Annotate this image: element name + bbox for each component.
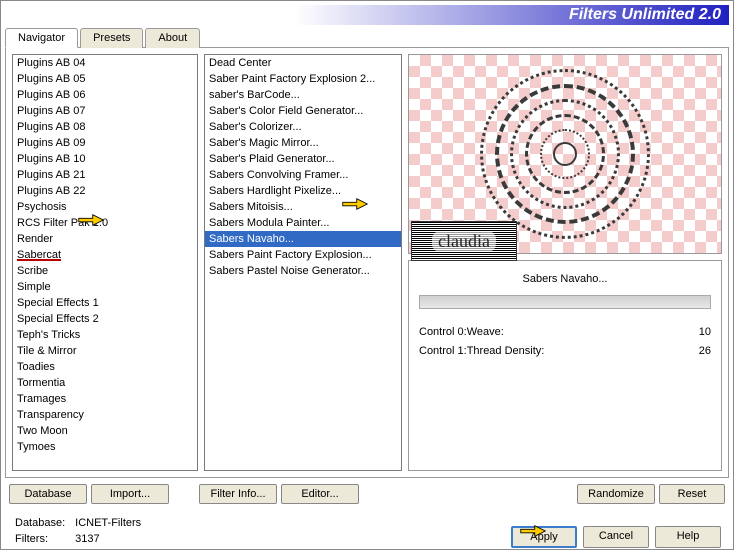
filter-info-button[interactable]: Filter Info... xyxy=(199,484,277,504)
list-item[interactable]: Sabers Modula Painter... xyxy=(205,215,401,231)
list-item[interactable]: Special Effects 2 xyxy=(13,311,197,327)
list-item[interactable]: RCS Filter Pak 1.0 xyxy=(13,215,197,231)
control-value: 10 xyxy=(699,325,711,340)
list-item[interactable]: Plugins AB 07 xyxy=(13,103,197,119)
control-value: 26 xyxy=(699,344,711,359)
list-item[interactable]: Saber's Colorizer... xyxy=(205,119,401,135)
randomize-button[interactable]: Randomize xyxy=(577,484,655,504)
list-item[interactable]: Transparency xyxy=(13,407,197,423)
control-label: Control 1:Thread Density: xyxy=(419,344,544,359)
list-item[interactable]: Two Moon xyxy=(13,423,197,439)
list-item[interactable]: Plugins AB 22 xyxy=(13,183,197,199)
list-item[interactable]: Tymoes xyxy=(13,439,197,455)
list-item[interactable]: Teph's Tricks xyxy=(13,327,197,343)
footer-info: Database: ICNET-Filters Filters: 3137 xyxy=(13,514,143,548)
list-item[interactable]: Tormentia xyxy=(13,375,197,391)
list-item[interactable]: saber's BarCode... xyxy=(205,87,401,103)
tab-bar: NavigatorPresetsAbout xyxy=(5,27,729,48)
list-item[interactable]: Plugins AB 04 xyxy=(13,55,197,71)
list-item[interactable]: Tile & Mirror xyxy=(13,343,197,359)
list-item[interactable]: Sabers Paint Factory Explosion... xyxy=(205,247,401,263)
filters-value: 3137 xyxy=(75,532,141,546)
control-label: Control 0:Weave: xyxy=(419,325,504,340)
control-row: Control 1:Thread Density: 26 xyxy=(419,342,711,361)
list-item[interactable]: Plugins AB 05 xyxy=(13,71,197,87)
right-panel: Sabers Navaho... Control 0:Weave:10Contr… xyxy=(408,54,722,471)
list-item[interactable]: Saber's Magic Mirror... xyxy=(205,135,401,151)
controls-list: Control 0:Weave: 10 Control 1:Thread Densi… xyxy=(419,323,711,361)
list-item[interactable]: Special Effects 1 xyxy=(13,295,197,311)
list-item[interactable]: Plugins AB 21 xyxy=(13,167,197,183)
list-item[interactable]: Sabers Hardlight Pixelize... xyxy=(205,183,401,199)
list-item[interactable]: Dead Center xyxy=(205,55,401,71)
list-item[interactable]: Plugins AB 06 xyxy=(13,87,197,103)
reset-button[interactable]: Reset xyxy=(659,484,725,504)
watermark-text: claudia xyxy=(432,231,496,252)
list-item[interactable]: Toadies xyxy=(13,359,197,375)
list-item[interactable]: Sabers Mitoisis... xyxy=(205,199,401,215)
db-value: ICNET-Filters xyxy=(75,516,141,530)
control-row: Control 0:Weave: 10 xyxy=(419,323,711,342)
list-item[interactable]: Plugins AB 09 xyxy=(13,135,197,151)
filters-label: Filters: xyxy=(15,532,73,546)
import-button[interactable]: Import... xyxy=(91,484,169,504)
toolbar-row: Database Import... Filter Info... Editor… xyxy=(5,478,729,510)
title-bar: Filters Unlimited 2.0 xyxy=(5,5,729,25)
list-item[interactable]: Plugins AB 08 xyxy=(13,119,197,135)
list-item[interactable]: Sabercat xyxy=(13,247,197,263)
list-item[interactable]: Saber's Plaid Generator... xyxy=(205,151,401,167)
category-list[interactable]: Plugins AB 04Plugins AB 05Plugins AB 06P… xyxy=(12,54,198,471)
footer: Database: ICNET-Filters Filters: 3137 Ap… xyxy=(5,510,729,552)
main-area: Plugins AB 04Plugins AB 05Plugins AB 06P… xyxy=(5,48,729,478)
list-item[interactable]: Plugins AB 10 xyxy=(13,151,197,167)
selected-filter-label: Sabers Navaho... xyxy=(419,269,711,295)
list-item[interactable]: Scribe xyxy=(13,263,197,279)
help-button[interactable]: Help xyxy=(655,526,721,548)
watermark: claudia xyxy=(411,221,517,261)
app-title: Filters Unlimited 2.0 xyxy=(569,6,721,24)
list-item[interactable]: Saber Paint Factory Explosion 2... xyxy=(205,71,401,87)
list-item[interactable]: Render xyxy=(13,231,197,247)
list-item[interactable]: Sabers Pastel Noise Generator... xyxy=(205,263,401,279)
preview-pattern xyxy=(475,64,655,244)
tab-presets[interactable]: Presets xyxy=(80,28,143,48)
cancel-button[interactable]: Cancel xyxy=(583,526,649,548)
controls-panel: Sabers Navaho... Control 0:Weave:10Contr… xyxy=(408,260,722,471)
tab-about[interactable]: About xyxy=(145,28,200,48)
list-item[interactable]: Sabers Convolving Framer... xyxy=(205,167,401,183)
editor-button[interactable]: Editor... xyxy=(281,484,359,504)
db-label: Database: xyxy=(15,516,73,530)
list-item[interactable]: Tramages xyxy=(13,391,197,407)
tab-navigator[interactable]: Navigator xyxy=(5,28,78,48)
apply-button[interactable]: Apply xyxy=(511,526,577,548)
list-item[interactable]: Psychosis xyxy=(13,199,197,215)
list-item[interactable]: Saber's Color Field Generator... xyxy=(205,103,401,119)
progress-bar[interactable] xyxy=(419,295,711,309)
list-item[interactable]: Simple xyxy=(13,279,197,295)
filter-list[interactable]: Dead CenterSaber Paint Factory Explosion… xyxy=(204,54,402,471)
list-item[interactable]: Sabers Navaho... xyxy=(205,231,401,247)
database-button[interactable]: Database xyxy=(9,484,87,504)
